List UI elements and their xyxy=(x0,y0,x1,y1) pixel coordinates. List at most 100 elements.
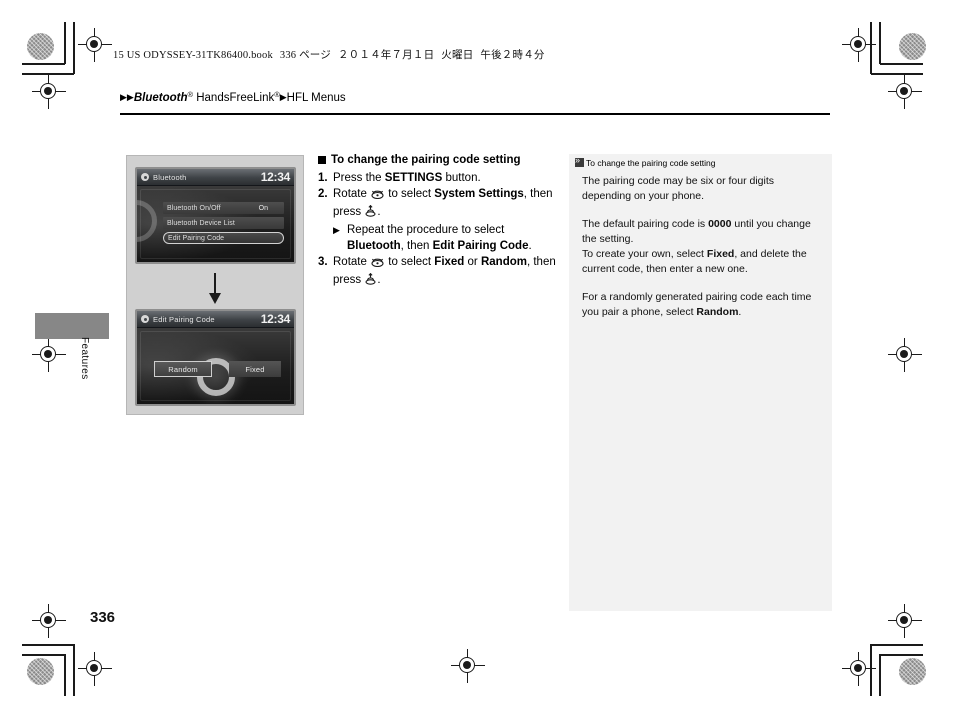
screen-illustration-group: Bluetooth 12:34 Bluetooth On/Off On Blue… xyxy=(126,155,304,415)
registration-dot-bottom-left xyxy=(27,658,54,685)
step-text: Press the SETTINGS button. xyxy=(333,170,558,186)
note-panel-body: The pairing code may be six or four digi… xyxy=(582,174,820,320)
substep-text-before: Repeat the procedure to select xyxy=(347,224,505,236)
breadcrumb: ▶▶Bluetooth® HandsFreeLink®▶HFL Menus xyxy=(120,90,346,104)
crop-line-br-h1 xyxy=(880,654,923,656)
slug-filename: 15 US ODYSSEY-31TK86400.book xyxy=(113,50,273,61)
note-paragraph-2: The default pairing code is 0000 until y… xyxy=(582,217,820,277)
step3-text-end: . xyxy=(377,274,381,286)
substep-text-after: . xyxy=(528,240,532,252)
instruction-substep: ▶ Repeat the procedure to select Bluetoo… xyxy=(318,222,558,254)
screen1-titlebar: Bluetooth 12:34 xyxy=(137,169,294,186)
crop-line-tl-v1 xyxy=(64,22,66,64)
crop-line-br-v1 xyxy=(879,654,881,696)
menu-row-label: Edit Pairing Code xyxy=(168,234,225,242)
step3-bold-random: Random xyxy=(480,256,527,268)
header-rule xyxy=(120,113,830,115)
flow-arrow-down-icon xyxy=(209,273,221,305)
screen-edit-pairing-code: Edit Pairing Code 12:34 Random Fixed xyxy=(135,309,296,406)
note-panel-title: To change the pairing code setting xyxy=(575,157,824,169)
note-p2-bold-0000: 0000 xyxy=(708,218,732,230)
heading-square-bullet-icon xyxy=(318,156,326,164)
note-title-text: To change the pairing code setting xyxy=(586,158,716,168)
breadcrumb-arrow-2-icon: ▶ xyxy=(279,92,287,102)
step3-bold-fixed: Fixed xyxy=(434,256,465,268)
step-number: 2. xyxy=(318,188,328,200)
note-marker-icon xyxy=(575,158,584,167)
registration-mark-top-right-inner xyxy=(842,28,876,62)
instruction-step-1: 1. Press the SETTINGS button. xyxy=(318,170,558,186)
step1-text-after: button. xyxy=(442,172,481,184)
step3-text-or: or xyxy=(464,256,481,268)
registration-dot-top-right xyxy=(899,33,926,60)
note-p2-pre: The default pairing code is xyxy=(582,218,709,230)
screen2-body: Random Fixed xyxy=(137,328,294,404)
crop-line-tl-h1 xyxy=(22,63,65,65)
section-tab-label: Features xyxy=(79,337,90,380)
registration-mark-top-left-outer xyxy=(32,75,66,109)
step2-text-end: . xyxy=(377,206,381,218)
step3-text-before: Rotate xyxy=(333,256,371,268)
step2-text-before: Rotate xyxy=(333,188,371,200)
bluetooth-status-icon xyxy=(141,173,149,181)
crop-line-tl-v2 xyxy=(73,22,75,74)
screen2-title: Edit Pairing Code xyxy=(153,314,215,324)
screen1-clock: 12:34 xyxy=(260,170,291,184)
step-number: 1. xyxy=(318,172,328,184)
substep-bold-edit-pairing-code: Edit Pairing Code xyxy=(432,240,529,252)
registration-mark-bottom-center xyxy=(451,649,485,683)
step-number: 3. xyxy=(318,256,328,268)
registration-mark-bottom-right-outer xyxy=(888,604,922,638)
section-tab-marker xyxy=(35,313,109,339)
breadcrumb-item-bluetooth: Bluetooth xyxy=(133,92,188,104)
choice-button-fixed[interactable]: Fixed xyxy=(229,361,281,377)
crop-line-tr-h1 xyxy=(880,63,923,65)
substep-text-mid: , then xyxy=(400,240,433,252)
slug-page-ref: 336 ページ xyxy=(279,50,331,61)
screen1-body: Bluetooth On/Off On Bluetooth Device Lis… xyxy=(137,186,294,262)
crop-line-br-h2 xyxy=(871,644,923,646)
registration-dot-top-left xyxy=(27,33,54,60)
note-p3-post: . xyxy=(738,306,742,318)
menu-row-bluetooth-device-list[interactable]: Bluetooth Device List xyxy=(163,217,284,229)
registration-mark-left-middle xyxy=(32,338,66,372)
note-paragraph-1: The pairing code may be six or four digi… xyxy=(582,175,775,202)
screen2-clock: 12:34 xyxy=(260,312,291,326)
instructions-heading-text: To change the pairing code setting xyxy=(331,154,521,166)
side-note-panel: To change the pairing code setting The p… xyxy=(569,154,832,611)
registration-mark-bottom-right-inner xyxy=(842,652,876,686)
breadcrumb-item-hfl-menus: HFL Menus xyxy=(286,92,346,104)
enter-knob-icon xyxy=(365,204,376,222)
menu-row-label: Bluetooth Device List xyxy=(167,219,235,227)
step2-text-mid: to select xyxy=(385,188,435,200)
slug-time: 午後２時４分 xyxy=(480,50,545,61)
instruction-step-3: 3. Rotate to select Fixed or Random, the… xyxy=(318,254,558,290)
choice-button-random[interactable]: Random xyxy=(154,361,212,377)
crop-line-bl-v2 xyxy=(73,644,75,696)
step-text: Rotate to select Fixed or Random, then p… xyxy=(333,254,558,290)
note-paragraph-3: For a randomly generated pairing code ea… xyxy=(582,290,820,320)
breadcrumb-item-handsfreelink: HandsFreeLink xyxy=(193,92,275,104)
instruction-step-2: 2. Rotate to select System Settings, the… xyxy=(318,186,558,222)
registration-mark-right-middle xyxy=(888,338,922,372)
note-p2-bold-fixed: Fixed xyxy=(706,248,735,260)
menu-row-bluetooth-onoff[interactable]: Bluetooth On/Off On xyxy=(163,202,284,214)
screen1-menu-list: Bluetooth On/Off On Bluetooth Device Lis… xyxy=(163,202,284,247)
dial-knob-icon xyxy=(371,256,384,272)
slug-date: ２０１４年７月１日 xyxy=(337,50,435,61)
crop-line-bl-v1 xyxy=(64,654,66,696)
step3-text-mid: to select xyxy=(385,256,435,268)
registration-mark-bottom-left-outer xyxy=(32,604,66,638)
note-p3-bold-random: Random xyxy=(696,306,739,318)
step2-bold-system-settings: System Settings xyxy=(434,188,524,200)
menu-row-value: On xyxy=(258,204,268,212)
registration-dot-bottom-right xyxy=(899,658,926,685)
menu-row-label: Bluetooth On/Off xyxy=(167,204,221,212)
step1-text-before: Press the xyxy=(333,172,385,184)
crop-line-bl-h1 xyxy=(22,654,65,656)
screen1-dial-arc-icon xyxy=(137,200,157,242)
registration-mark-top-right-outer xyxy=(888,75,922,109)
substep-triangle-icon: ▶ xyxy=(333,225,340,235)
menu-row-edit-pairing-code[interactable]: Edit Pairing Code xyxy=(163,232,284,244)
slug-weekday: 火曜日 xyxy=(441,50,474,61)
